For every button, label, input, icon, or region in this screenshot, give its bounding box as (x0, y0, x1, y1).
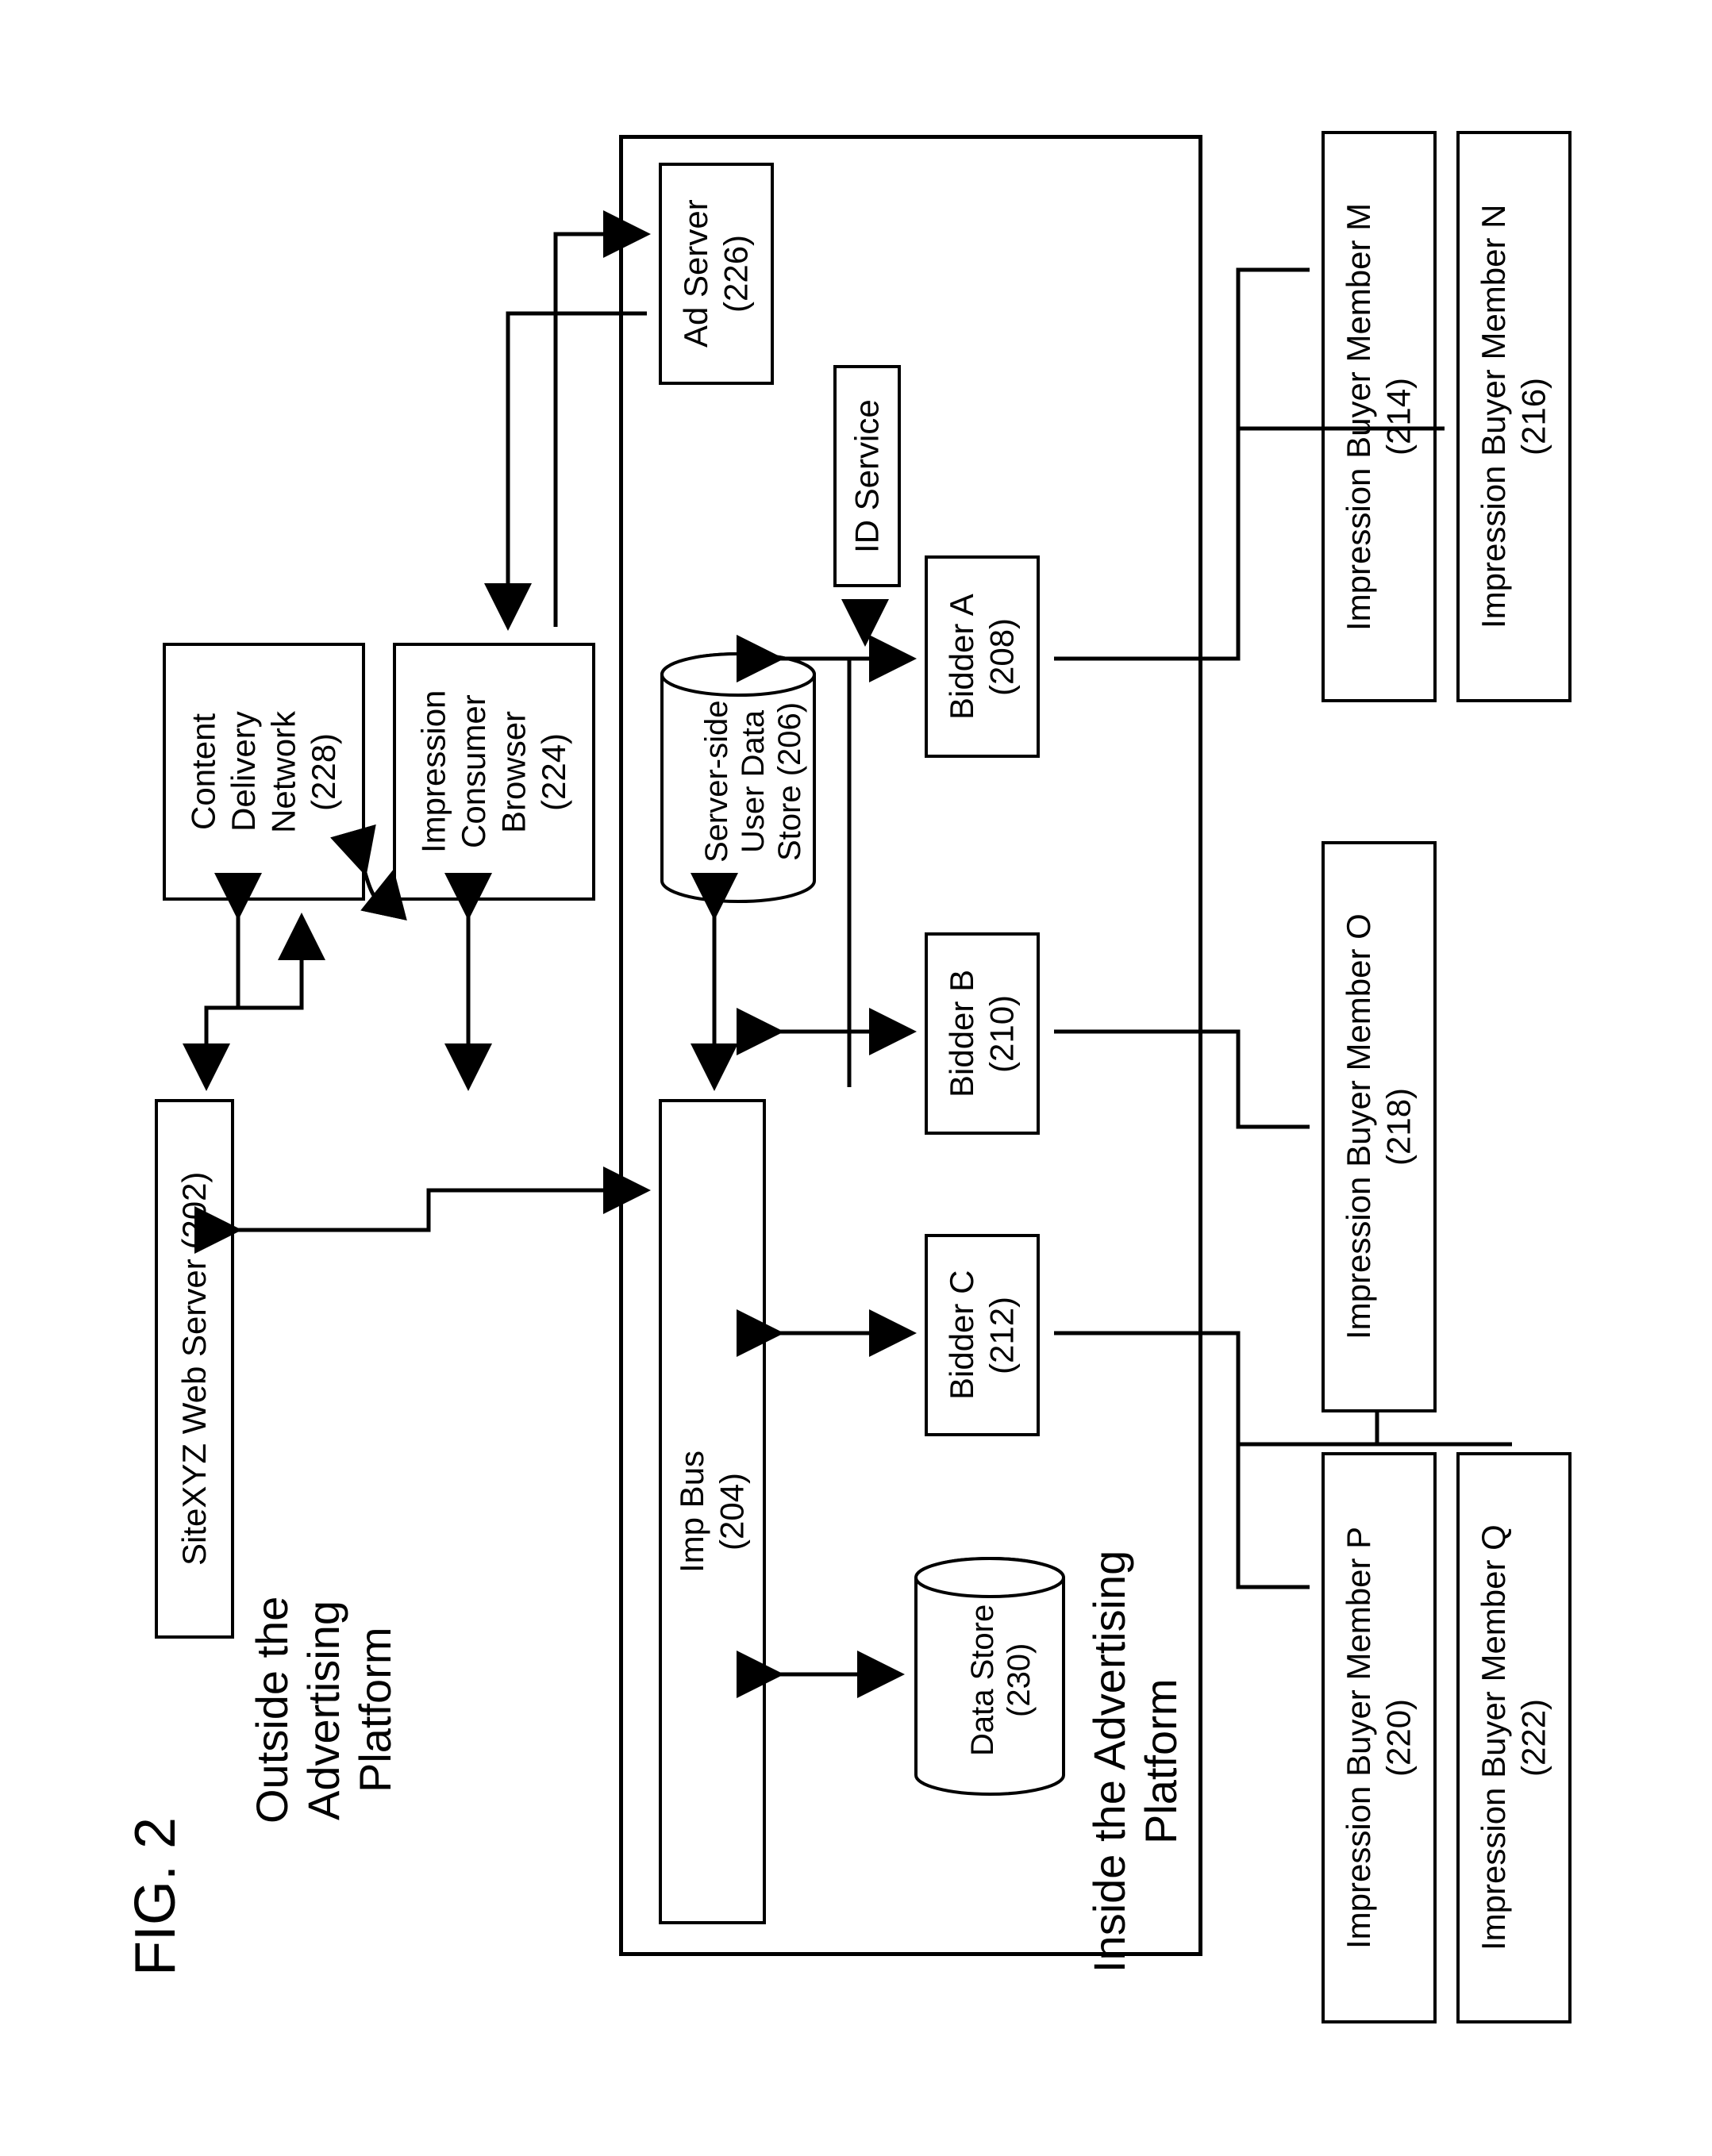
impression-consumer-browser: Impression Consumer Browser (224) (393, 643, 595, 901)
txt: Consumer (454, 695, 494, 849)
txt: Impression Buyer Member P (1339, 1527, 1379, 1949)
txt: Server-side (699, 701, 734, 863)
txt: (230) (1002, 1643, 1037, 1717)
site-web-server: SiteXYZ Web Server (202) (155, 1099, 234, 1639)
txt: Platform (350, 1628, 400, 1793)
imp-bus: Imp Bus (204) (659, 1099, 766, 1924)
txt: (204) (713, 1473, 752, 1551)
outside-label: Outside the Advertising Platform (246, 1579, 401, 1841)
figure-label: FIG. 2 (123, 1817, 188, 1976)
buyer-o: Impression Buyer Member O (218) (1322, 841, 1437, 1412)
txt: (216) (1514, 378, 1554, 455)
ad-server: Ad Server (226) (659, 163, 774, 385)
txt: Store (206) (772, 702, 807, 861)
txt: SiteXYZ Web Server (202) (175, 1172, 214, 1566)
txt: Delivery (224, 712, 264, 832)
content-delivery-network: Content Delivery Network (228) (163, 643, 365, 901)
txt: Platform (1136, 1679, 1186, 1845)
txt: (214) (1379, 378, 1419, 455)
data-store: Data Store (230) (913, 1555, 1068, 1797)
txt: (210) (983, 994, 1022, 1072)
txt: Bidder C (942, 1270, 982, 1400)
txt: Impression Buyer Member O (1339, 914, 1379, 1340)
txt: (218) (1379, 1088, 1419, 1166)
txt: Browser (494, 710, 534, 832)
buyer-p: Impression Buyer Member P (220) (1322, 1452, 1437, 2023)
txt: Impression Buyer Member N (1474, 205, 1514, 629)
txt: (226) (717, 235, 756, 313)
txt: (212) (983, 1296, 1022, 1374)
bidder-a: Bidder A (208) (925, 555, 1040, 758)
txt: Impression Buyer Member M (1339, 202, 1379, 630)
txt: User Data (736, 710, 771, 853)
txt: (222) (1514, 1699, 1554, 1777)
txt: (224) (534, 732, 574, 810)
txt: Network (264, 710, 304, 832)
txt: Advertising (298, 1600, 348, 1820)
txt: Imp Bus (672, 1451, 712, 1573)
txt: (208) (983, 617, 1022, 695)
bidder-b: Bidder B (210) (925, 932, 1040, 1135)
txt: Impression (414, 690, 454, 853)
id-service: ID Service (833, 365, 901, 587)
txt: (228) (304, 732, 344, 810)
txt: Impression Buyer Member Q (1474, 1525, 1514, 1951)
txt: ID Service (847, 399, 887, 553)
diagram-canvas: FIG. 2 Outside the Advertising Platform … (0, 0, 1712, 2156)
bidder-c: Bidder C (212) (925, 1234, 1040, 1436)
txt: (220) (1379, 1699, 1419, 1777)
user-data-store: Server-side User Data Store (206) (659, 651, 818, 905)
buyer-m: Impression Buyer Member M (214) (1322, 131, 1437, 702)
txt: Content (184, 713, 224, 830)
buyer-q: Impression Buyer Member Q (222) (1456, 1452, 1572, 2023)
buyer-n: Impression Buyer Member N (216) (1456, 131, 1572, 702)
txt: Bidder B (942, 970, 982, 1097)
txt: Outside the (247, 1597, 297, 1824)
txt: Data Store (965, 1605, 1000, 1756)
txt: Ad Server (676, 200, 716, 348)
txt: Bidder A (942, 594, 982, 720)
